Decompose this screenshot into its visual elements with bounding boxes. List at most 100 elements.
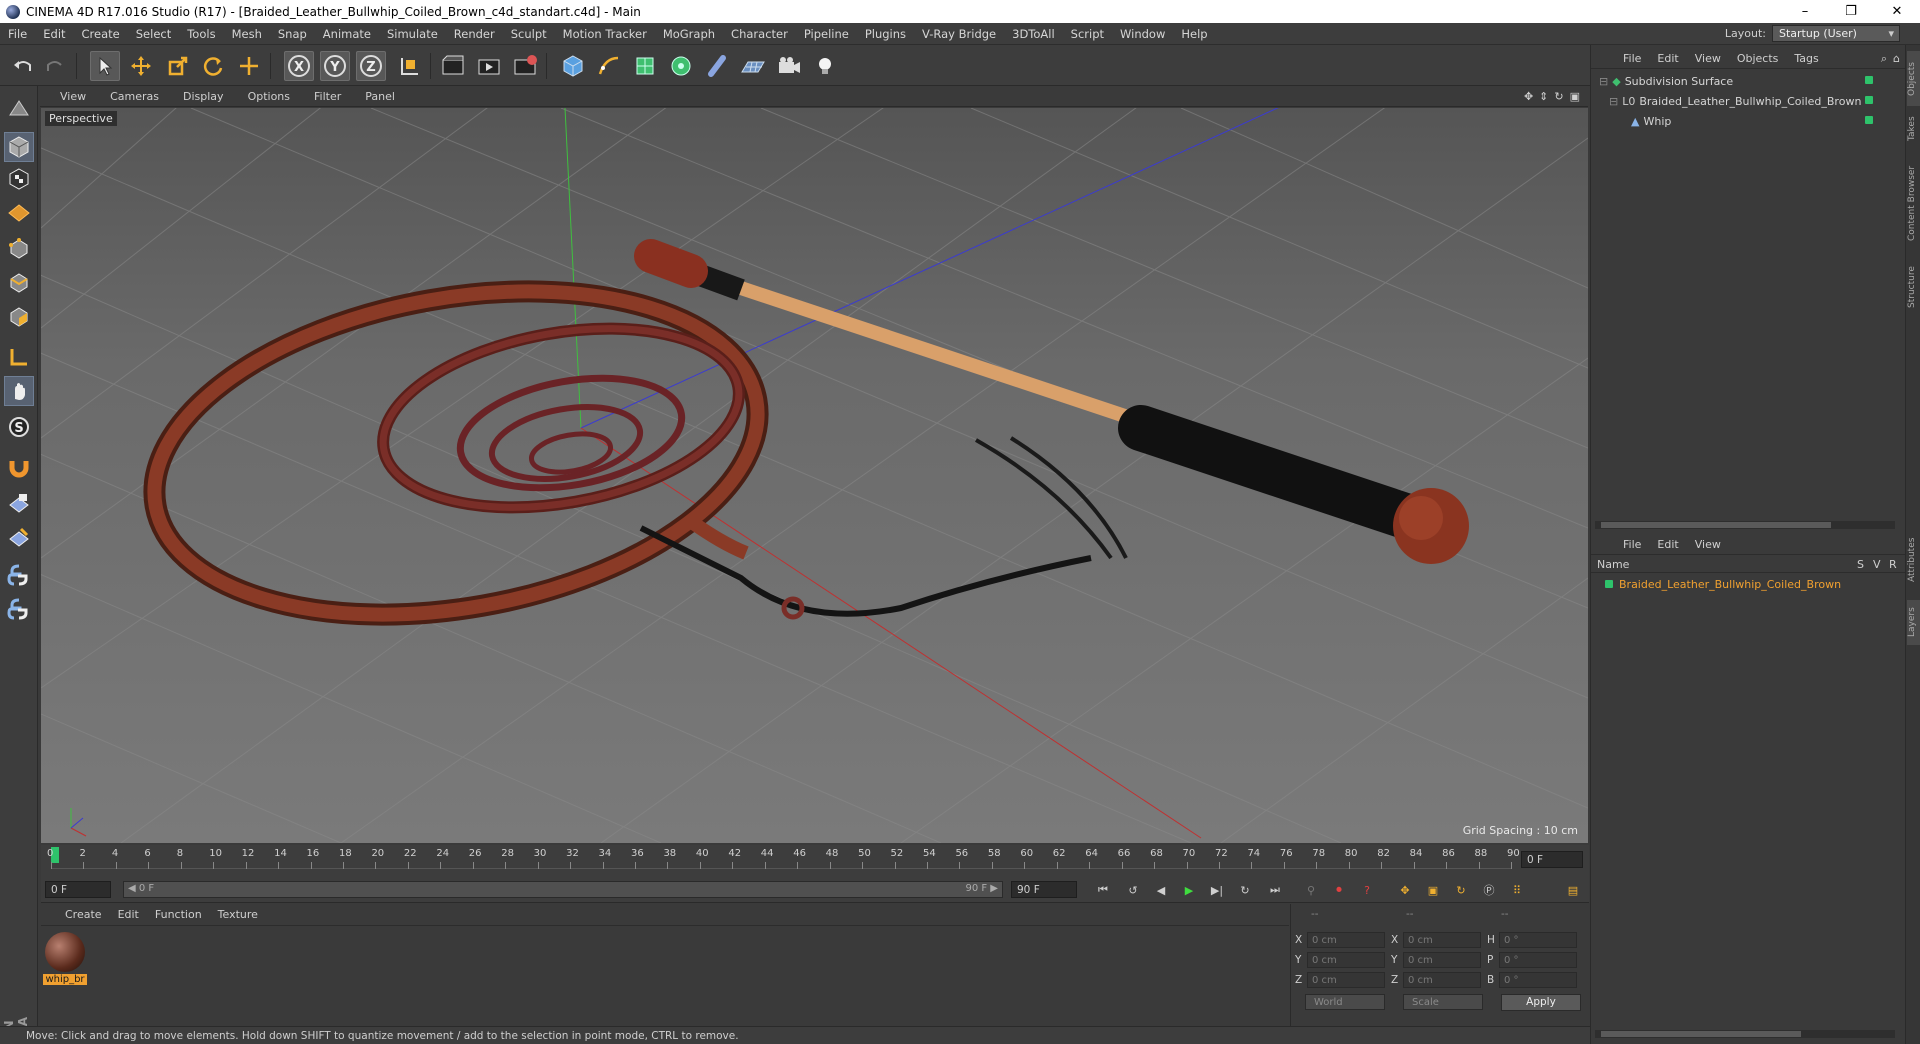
menu-select[interactable]: Select xyxy=(128,27,179,41)
menu-3dtoall[interactable]: 3DToAll xyxy=(1004,27,1063,41)
position-z-field[interactable]: 0 cm xyxy=(1307,972,1385,988)
frame-range-slider[interactable]: ◀ 0 F 90 F ▶ xyxy=(123,881,1003,898)
viewport-menu-cameras[interactable]: Cameras xyxy=(98,90,171,103)
tab-layers[interactable]: Layers xyxy=(1907,600,1920,645)
play-icon[interactable]: ▶ xyxy=(1177,879,1201,901)
key-parameter-icon[interactable]: Ⓟ xyxy=(1477,879,1501,901)
make-editable-icon[interactable] xyxy=(4,94,34,124)
viewport-dolly-icon[interactable]: ⇕ xyxy=(1539,90,1548,103)
select-arrow-icon[interactable] xyxy=(90,51,120,81)
viewport-camera-label[interactable]: Perspective xyxy=(45,111,117,126)
column-r[interactable]: R xyxy=(1889,558,1897,571)
step-back-key-icon[interactable]: ↺ xyxy=(1121,879,1145,901)
menu-pipeline[interactable]: Pipeline xyxy=(796,27,857,41)
model-mode-icon[interactable] xyxy=(4,132,34,162)
object-scrollbar[interactable] xyxy=(1595,521,1895,529)
material-menu-function[interactable]: Function xyxy=(147,908,210,921)
edges-mode-icon[interactable] xyxy=(4,268,34,298)
size-z-field[interactable]: 0 cm xyxy=(1403,972,1481,988)
home-icon[interactable]: ⌂ xyxy=(1893,52,1900,66)
menu-file[interactable]: File xyxy=(0,27,35,41)
rotation-h-field[interactable]: 0 ° xyxy=(1499,932,1577,948)
workplane-icon[interactable] xyxy=(4,196,34,226)
material-menu-create[interactable]: Create xyxy=(57,908,110,921)
tree-item-whip[interactable]: ▲ Whip xyxy=(1631,112,1671,130)
menu-create[interactable]: Create xyxy=(74,27,128,41)
polygons-mode-icon[interactable] xyxy=(4,302,34,332)
coord-mode-dropdown[interactable]: World xyxy=(1305,994,1385,1010)
layers-menu-edit[interactable]: Edit xyxy=(1649,538,1686,551)
move-tool-icon[interactable] xyxy=(126,51,156,81)
column-s[interactable]: S xyxy=(1857,558,1864,571)
current-frame-field[interactable]: 0 F xyxy=(1521,851,1583,868)
rotation-p-field[interactable]: 0 ° xyxy=(1499,952,1577,968)
loop-icon[interactable]: ↻ xyxy=(1233,879,1257,901)
python-script-icon[interactable] xyxy=(4,594,34,624)
menu-plugins[interactable]: Plugins xyxy=(857,27,914,41)
visibility-dot[interactable] xyxy=(1865,116,1873,124)
cube-primitive-icon[interactable] xyxy=(558,51,588,81)
menu-mesh[interactable]: Mesh xyxy=(224,27,270,41)
magnet-icon[interactable] xyxy=(4,452,34,482)
layer-scrollbar[interactable] xyxy=(1595,1030,1895,1038)
y-axis-icon[interactable]: Y xyxy=(320,51,350,81)
tab-structure[interactable]: Structure xyxy=(1907,257,1920,317)
column-v[interactable]: V xyxy=(1873,558,1881,571)
go-to-start-icon[interactable]: ⏮ xyxy=(1091,879,1115,901)
points-mode-icon[interactable] xyxy=(4,234,34,264)
menu-render[interactable]: Render xyxy=(446,27,503,41)
camera-icon[interactable] xyxy=(774,51,804,81)
size-mode-dropdown[interactable]: Scale xyxy=(1403,994,1483,1010)
tab-content-browser[interactable]: Content Browser xyxy=(1907,153,1920,253)
objects-menu-objects[interactable]: Objects xyxy=(1729,52,1787,65)
apply-button[interactable]: Apply xyxy=(1501,994,1581,1011)
step-forward-icon[interactable]: ▶| xyxy=(1205,879,1229,901)
column-name[interactable]: Name xyxy=(1597,558,1629,571)
render-settings-icon[interactable] xyxy=(510,51,540,81)
render-view-icon[interactable] xyxy=(438,51,468,81)
floor-icon[interactable] xyxy=(738,51,768,81)
menu-mograph[interactable]: MoGraph xyxy=(655,27,723,41)
scale-tool-icon[interactable] xyxy=(163,51,193,81)
spline-pen-icon[interactable] xyxy=(594,51,624,81)
layers-menu-file[interactable]: File xyxy=(1615,538,1649,551)
menu-snap[interactable]: Snap xyxy=(270,27,315,41)
python-icon[interactable] xyxy=(4,560,34,590)
step-back-icon[interactable]: ◀ xyxy=(1149,879,1173,901)
minimize-button[interactable]: – xyxy=(1782,0,1828,23)
snapping-icon[interactable]: S xyxy=(4,412,34,442)
tab-attributes[interactable]: Attributes xyxy=(1907,525,1920,595)
restore-button[interactable]: ❐ xyxy=(1828,0,1874,23)
menu-edit[interactable]: Edit xyxy=(35,27,73,41)
material-menu-edit[interactable]: Edit xyxy=(110,908,147,921)
objects-menu-file[interactable]: File xyxy=(1615,52,1649,65)
menu-window[interactable]: Window xyxy=(1112,27,1173,41)
collapse-icon[interactable]: ⊟ xyxy=(1609,95,1618,108)
collapse-icon[interactable]: ⊟ xyxy=(1599,75,1608,88)
subdivision-surface-icon[interactable] xyxy=(630,51,660,81)
viewport-maximize-icon[interactable]: ▣ xyxy=(1570,90,1580,103)
layout-dropdown[interactable]: Startup (User) xyxy=(1772,25,1900,42)
tab-takes[interactable]: Takes xyxy=(1907,109,1920,149)
material-menu-texture[interactable]: Texture xyxy=(210,908,266,921)
live-selection-icon[interactable] xyxy=(234,51,264,81)
tree-item-bullwhip-group[interactable]: ⊟ L0 Braided_Leather_Bullwhip_Coiled_Bro… xyxy=(1609,92,1861,110)
autokey-icon[interactable]: ? xyxy=(1355,879,1379,901)
visibility-dot[interactable] xyxy=(1865,76,1873,84)
undo-icon[interactable] xyxy=(8,51,38,81)
viewport-rotate-icon[interactable]: ↻ xyxy=(1554,90,1563,103)
viewport-menu-filter[interactable]: Filter xyxy=(302,90,353,103)
layer-row[interactable]: Braided_Leather_Bullwhip_Coiled_Brown xyxy=(1605,575,1841,593)
size-y-field[interactable]: 0 cm xyxy=(1403,952,1481,968)
menu-motion-tracker[interactable]: Motion Tracker xyxy=(555,27,655,41)
rotation-b-field[interactable]: 0 ° xyxy=(1499,972,1577,988)
axis-mode-icon[interactable] xyxy=(4,342,34,372)
light-icon[interactable] xyxy=(810,51,840,81)
size-x-field[interactable]: 0 cm xyxy=(1403,932,1481,948)
key-pla-icon[interactable]: ⠿ xyxy=(1505,879,1529,901)
key-scale-icon[interactable]: ▣ xyxy=(1421,879,1445,901)
planar-workplane-icon[interactable] xyxy=(4,522,34,552)
bullwhip-model[interactable] xyxy=(129,239,1469,658)
close-button[interactable]: ✕ xyxy=(1874,0,1920,23)
keyframe-icon[interactable]: ⚲ xyxy=(1299,879,1323,901)
